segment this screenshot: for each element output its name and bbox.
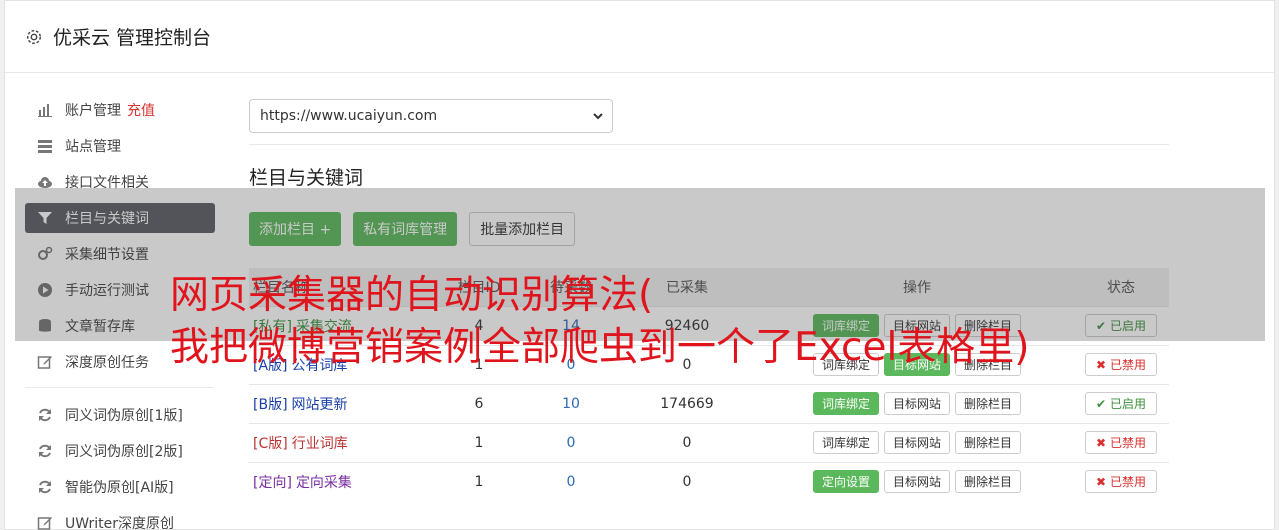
site-select-value: https://www.ucaiyun.com [260,108,438,124]
column-name: 行业词库 [291,435,348,452]
column-tag: [B版] [253,396,288,413]
check-icon: ✔ [1096,396,1107,411]
edit-icon [37,356,52,369]
status-label: 已禁用 [1109,358,1146,372]
sidebar-item-ai-rewrite[interactable]: 智能伪原创[AI版] [25,472,215,502]
collected-count: 174669 [613,383,761,423]
target-site-button[interactable]: 目标网站 [883,431,950,454]
status-toggle[interactable]: ✖ 已禁用 [1085,470,1157,494]
column-name-cell[interactable]: [C版] 行业词库 [249,422,429,462]
lib-bind-button[interactable]: 词库绑定 [812,392,879,415]
sidebar-item-uwriter[interactable]: UWriter深度原创 [25,508,215,530]
delete-column-button[interactable]: 删除栏目 [955,431,1022,454]
table-row: [定向] 定向采集 1 0 0 定向设置 目标网站 删除栏目 ✖ 已禁用 [249,461,1169,501]
column-id: 6 [429,383,529,423]
delete-column-button[interactable]: 删除栏目 [955,392,1022,415]
chevron-down-icon [593,113,603,120]
sidebar-item-label: 智能伪原创[AI版] [65,480,174,496]
status-toggle[interactable]: ✖ 已禁用 [1085,353,1157,376]
gear-icon [26,29,42,44]
header: 优采云 管理控制台 [5,1,1274,73]
column-name-cell[interactable]: [定向] 定向采集 [249,461,429,501]
column-id: 1 [429,461,529,501]
column-name: 网站更新 [291,396,348,413]
status-label: 已启用 [1109,397,1146,411]
pending-count[interactable]: 0 [529,461,613,501]
column-tag: [定向] [253,474,292,491]
sidebar-item-label: 账户管理 [65,103,121,119]
sidebar-item-label: 站点管理 [65,139,121,155]
page-title: 优采云 管理控制台 [53,27,212,49]
site-select[interactable]: https://www.ucaiyun.com [249,99,613,133]
table-row: [C版] 行业词库 1 0 0 词库绑定 目标网站 删除栏目 ✖ 已禁用 [249,422,1169,462]
directed-settings-button[interactable]: 定向设置 [812,470,879,494]
sidebar-item-label: 深度原创任务 [65,355,149,371]
delete-column-button[interactable]: 删除栏目 [955,470,1022,494]
refresh-icon [39,408,51,422]
sidebar-item-sites[interactable]: 站点管理 [25,131,215,161]
sidebar-item-label: 同义词伪原创[2版] [65,444,183,460]
sidebar-item-label: UWriter深度原创 [65,516,174,530]
target-site-button[interactable]: 目标网站 [883,392,950,415]
lib-bind-button[interactable]: 词库绑定 [812,431,879,454]
column-tag: [C版] [253,435,288,452]
sidebar-item-account[interactable]: 账户管理 充值 [25,95,215,125]
status-label: 已禁用 [1109,436,1146,450]
target-site-button[interactable]: 目标网站 [883,470,950,494]
column-name-cell[interactable]: [B版] 网站更新 [249,383,429,423]
column-name: 定向采集 [295,474,352,491]
overlay-line-2: 我把微博营销案例全部爬虫到一个了Excel表格里) [170,325,1030,370]
sidebar-item-label: 同义词伪原创[1版] [65,408,183,424]
divider [249,144,1169,145]
status-toggle[interactable]: ✔ 已启用 [1085,392,1157,415]
overlay-line-1: 网页采集器的自动识别算法( [170,273,654,318]
pending-count[interactable]: 10 [529,383,613,423]
collected-count: 0 [613,422,761,462]
column-id: 1 [429,422,529,462]
bar-chart-icon [38,104,52,117]
close-icon: ✖ [1096,474,1107,489]
close-icon: ✖ [1096,357,1107,372]
refresh-icon [39,444,51,458]
edit-icon [37,517,52,530]
collected-count: 0 [613,461,761,501]
status-label: 已禁用 [1109,475,1146,490]
table-row: [B版] 网站更新 6 10 174669 词库绑定 目标网站 删除栏目 ✔ 已启用 [249,383,1169,423]
overlay-caption: 网页采集器的自动识别算法( 我把微博营销案例全部爬虫到一个了Excel表格里) [170,270,1030,374]
close-icon: ✖ [1096,435,1107,450]
sidebar-divider [25,387,213,388]
status-toggle[interactable]: ✖ 已禁用 [1085,431,1157,454]
recharge-link[interactable]: 充值 [127,100,155,120]
sidebar-item-synonym-v2[interactable]: 同义词伪原创[2版] [25,436,215,466]
sidebar-item-synonym-v1[interactable]: 同义词伪原创[1版] [25,400,215,430]
server-icon [38,140,52,153]
section-title: 栏目与关键词 [249,167,364,189]
refresh-icon [39,480,51,494]
pending-count[interactable]: 0 [529,422,613,462]
